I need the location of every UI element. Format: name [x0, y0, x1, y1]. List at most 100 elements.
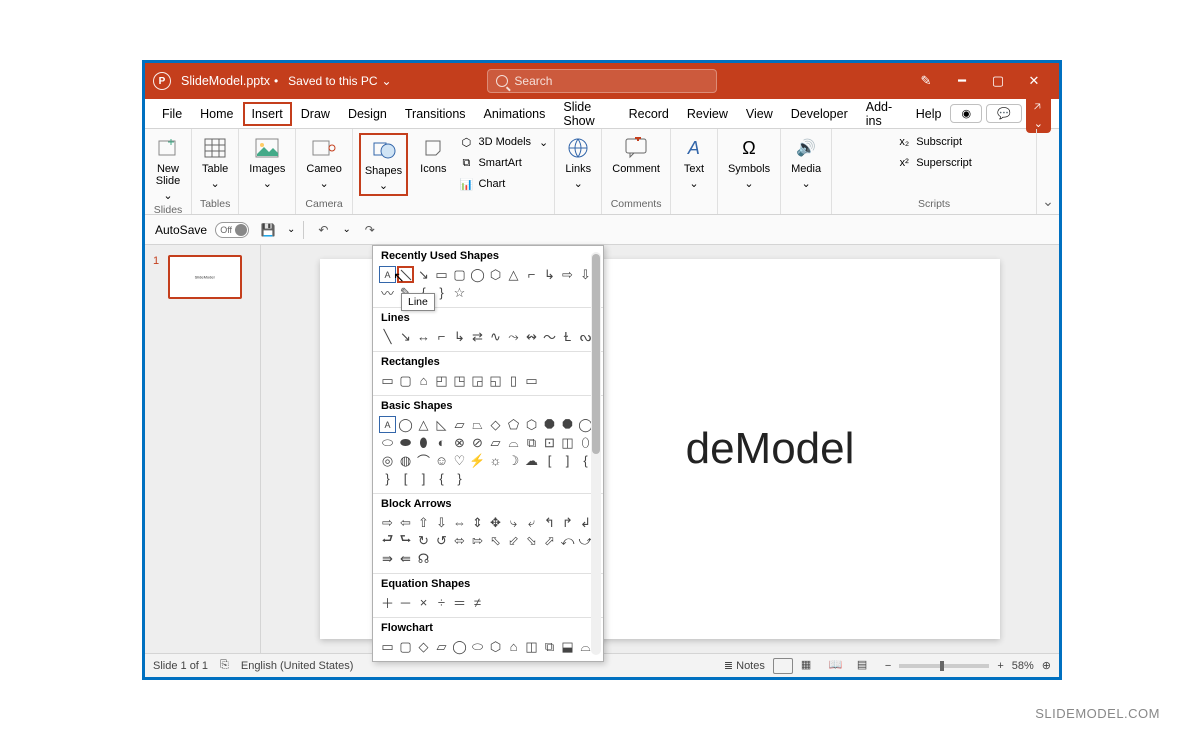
shape-basic-25[interactable]: ◎	[379, 452, 396, 469]
autosave-toggle[interactable]: Off	[215, 222, 249, 238]
search-box[interactable]: Search	[487, 69, 717, 93]
shape-curved-connector[interactable]: ∿	[487, 328, 504, 345]
minimize-button[interactable]: ━	[945, 67, 979, 95]
shape-rectangle[interactable]: ▭	[433, 266, 450, 283]
shape-arrow-15[interactable]: ↻	[415, 532, 432, 549]
shape-rounded-rectangle[interactable]: ▢	[451, 266, 468, 283]
shape-basic-35[interactable]: ]	[559, 452, 576, 469]
icons-button[interactable]: Icons	[416, 133, 450, 177]
shape-curved-arrow-connector[interactable]: ⤳	[505, 328, 522, 345]
shape-arrow-right[interactable]: ⇨	[379, 514, 396, 531]
shape-arrow-17[interactable]: ⬄	[451, 532, 468, 549]
shape-basic-triangle[interactable]: △	[415, 416, 432, 433]
shape-basic-textbox[interactable]: A	[379, 416, 396, 433]
shape-basic-22[interactable]: ⊡	[541, 434, 558, 451]
shape-elbow-double-arrow[interactable]: ⇄	[469, 328, 486, 345]
share-button[interactable]: 🡥 ⌄	[1026, 95, 1051, 133]
shape-basic-trapezoid[interactable]: ⏢	[469, 416, 486, 433]
shape-double-arrow[interactable]: ↔	[415, 328, 432, 345]
shape-basic-heptagon[interactable]: ⯃	[541, 416, 558, 433]
shape-arrow-18[interactable]: ⇰	[469, 532, 486, 549]
dropdown-scrollbar[interactable]	[591, 252, 601, 655]
shape-elbow-arrow-connector[interactable]: ↳	[451, 328, 468, 345]
shape-arrow-11[interactable]: ↱	[559, 514, 576, 531]
shape-basic-30[interactable]: ⚡	[469, 452, 486, 469]
comments-pane-button[interactable]: 💬	[986, 104, 1022, 123]
shape-eq-multiply[interactable]: ×	[415, 594, 432, 611]
shape-eq-minus[interactable]: －	[397, 594, 414, 611]
shape-rect9[interactable]: ▭	[523, 372, 540, 389]
zoom-in-button[interactable]: +	[997, 660, 1003, 672]
shape-basic-19[interactable]: ▱	[487, 434, 504, 451]
shape-basic-rtriangle[interactable]: ◺	[433, 416, 450, 433]
fit-to-window-button[interactable]: ⊕	[1042, 659, 1051, 672]
tab-view[interactable]: View	[737, 102, 782, 126]
text-button[interactable]: A Text⌄	[677, 133, 711, 192]
shape-basic-32[interactable]: ☽	[505, 452, 522, 469]
shape-eq-plus[interactable]: ＋	[379, 594, 396, 611]
shape-fc-6[interactable]: ⬭	[469, 638, 486, 655]
shape-arrow-14[interactable]: ⮑	[397, 532, 414, 549]
shape-fc-11[interactable]: ⬓	[559, 638, 576, 655]
shape-basic-29[interactable]: ♡	[451, 452, 468, 469]
chart-button[interactable]: 📊Chart	[458, 175, 548, 193]
3d-models-button[interactable]: ⬡3D Models⌄	[458, 133, 548, 151]
zoom-out-button[interactable]: −	[885, 660, 891, 672]
shape-fc-2[interactable]: ▢	[397, 638, 414, 655]
tab-file[interactable]: File	[153, 102, 191, 126]
shape-arrow-20[interactable]: ⬃	[505, 532, 522, 549]
shape-fc-5[interactable]: ◯	[451, 638, 468, 655]
shape-basic-20[interactable]: ⌓	[505, 434, 522, 451]
slideshow-view-button[interactable]: ▤	[857, 658, 877, 674]
tab-home[interactable]: Home	[191, 102, 242, 126]
undo-icon[interactable]: ↶	[312, 219, 334, 241]
shape-rect4[interactable]: ◰	[433, 372, 450, 389]
shape-right-arrow[interactable]: ⇨	[559, 266, 576, 283]
shape-right-brace[interactable]: }	[433, 284, 450, 301]
zoom-slider[interactable]	[899, 664, 989, 668]
symbols-button[interactable]: Ω Symbols⌄	[724, 133, 774, 192]
tab-slideshow[interactable]: Slide Show	[554, 95, 619, 133]
shape-arrow-19[interactable]: ⬁	[487, 532, 504, 549]
shape-basic-15[interactable]: ⬮	[415, 434, 432, 451]
shape-arrow-26[interactable]: ⇚	[397, 550, 414, 567]
shape-basic-18[interactable]: ⊘	[469, 434, 486, 451]
shape-arrow-leftright[interactable]: ⇔	[451, 514, 468, 531]
redo-icon[interactable]: ↷	[359, 219, 381, 241]
shape-rect2[interactable]: ▢	[397, 372, 414, 389]
shape-arrow-21[interactable]: ⬂	[523, 532, 540, 549]
shape-line-plain[interactable]: ╲	[379, 328, 396, 345]
shape-arrow-quad[interactable]: ✥	[487, 514, 504, 531]
shape-arrow-9[interactable]: ⤶	[523, 514, 540, 531]
shape-arrow-27[interactable]: ☊	[415, 550, 432, 567]
links-button[interactable]: Links⌄	[561, 133, 595, 192]
shape-basic-octagon[interactable]: ⯃	[559, 416, 576, 433]
shape-basic-37[interactable]: }	[379, 470, 396, 487]
tab-transitions[interactable]: Transitions	[396, 102, 475, 126]
shape-hexagon[interactable]: ⬡	[487, 266, 504, 283]
shape-basic-oval[interactable]: ◯	[397, 416, 414, 433]
shape-scribble[interactable]: 〰	[379, 284, 396, 301]
shape-rect3[interactable]: ⌂	[415, 372, 432, 389]
comment-button[interactable]: Comment	[608, 133, 664, 177]
shape-basic-hexagon[interactable]: ⬡	[523, 416, 540, 433]
shape-eq-divide[interactable]: ÷	[433, 594, 450, 611]
shape-eq-notequal[interactable]: ≠	[469, 594, 486, 611]
shape-arrow-16[interactable]: ↺	[433, 532, 450, 549]
shape-basic-23[interactable]: ◫	[559, 434, 576, 451]
chevron-down-icon[interactable]: ⌄	[382, 74, 392, 88]
shape-arrow-8[interactable]: ⤷	[505, 514, 522, 531]
shape-arrow-line[interactable]: ↘	[397, 328, 414, 345]
table-button[interactable]: Table⌄	[198, 133, 232, 192]
shape-basic-40[interactable]: {	[433, 470, 450, 487]
pen-icon[interactable]: ✎	[909, 67, 943, 95]
shape-basic-14[interactable]: ⬬	[397, 434, 414, 451]
shape-arrow-left[interactable]: ⇦	[397, 514, 414, 531]
save-icon[interactable]: 💾	[257, 219, 279, 241]
shape-arrow-updown[interactable]: ⇕	[469, 514, 486, 531]
shape-arrow-down[interactable]: ⇩	[433, 514, 450, 531]
reading-view-button[interactable]: 📖	[829, 658, 849, 674]
shape-elbow[interactable]: ⌐	[523, 266, 540, 283]
new-slide-button[interactable]: New Slide⌄	[151, 133, 185, 204]
normal-view-button[interactable]	[773, 658, 793, 674]
